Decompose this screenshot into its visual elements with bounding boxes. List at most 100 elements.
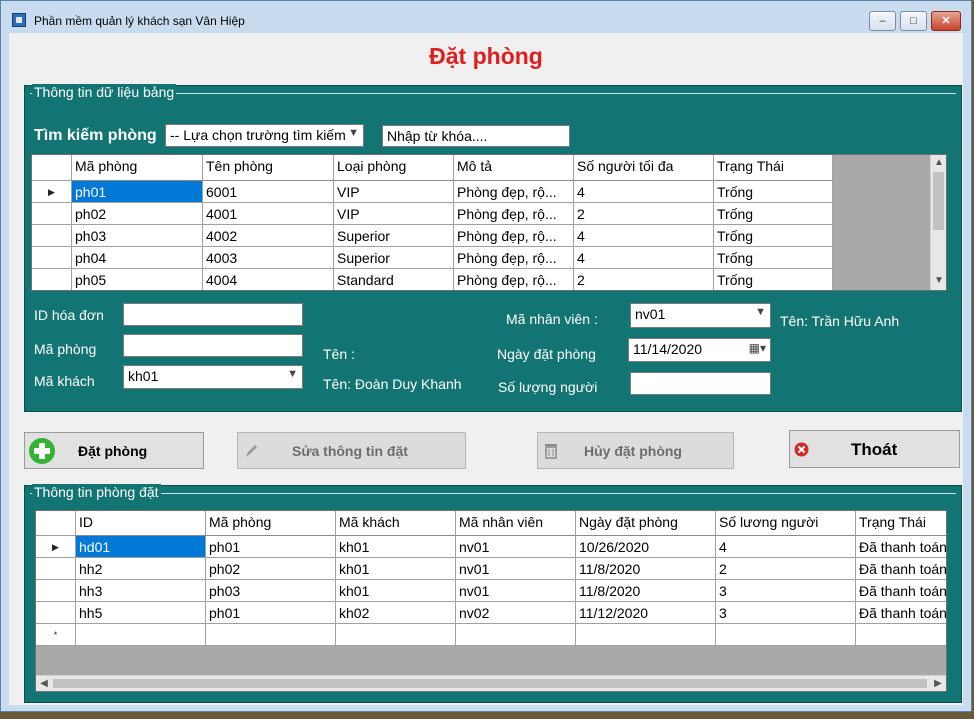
row-header[interactable] [32, 203, 72, 225]
column-header[interactable]: Trạng Thái [714, 155, 833, 181]
grid-cell[interactable]: 4 [574, 181, 714, 203]
scroll-left-icon[interactable]: ◀ [36, 676, 52, 691]
grid-cell[interactable]: Trống [714, 181, 833, 203]
grid-cell[interactable]: ph01 [72, 181, 203, 203]
grid-cell[interactable]: 4002 [203, 225, 334, 247]
row-header[interactable] [32, 247, 72, 269]
scroll-right-icon[interactable]: ▶ [930, 676, 946, 691]
room-id-input[interactable] [123, 334, 303, 357]
grid-cell[interactable]: ph04 [72, 247, 203, 269]
new-row-header[interactable]: * [36, 624, 76, 646]
grid-cell[interactable]: hh5 [76, 602, 206, 624]
keyword-input[interactable]: Nhập từ khóa.... [382, 125, 570, 147]
scroll-up-icon[interactable]: ▲ [931, 155, 946, 171]
maximize-button[interactable]: □ [900, 11, 927, 31]
column-header[interactable]: Mã khách [336, 511, 456, 536]
grid-cell[interactable]: Phòng đẹp, rộ... [454, 269, 574, 290]
grid-cell[interactable]: nv02 [456, 602, 576, 624]
grid-cell[interactable]: 11/8/2020 [576, 558, 716, 580]
grid-cell[interactable]: VIP [334, 203, 454, 225]
grid-cell[interactable]: 11/8/2020 [576, 580, 716, 602]
invoice-id-input[interactable] [123, 303, 303, 326]
book-room-button[interactable]: Đặt phòng [24, 432, 204, 469]
bookings-horizontal-scrollbar[interactable]: ◀ ▶ [36, 675, 946, 691]
grid-cell[interactable]: Superior [334, 247, 454, 269]
column-header[interactable]: Mã nhân viên [456, 511, 576, 536]
grid-cell-new-row[interactable] [576, 624, 716, 646]
grid-cell-new-row[interactable] [76, 624, 206, 646]
grid-cell[interactable]: 4 [574, 247, 714, 269]
title-bar[interactable]: Phần mềm quản lý khách sạn Vân Hiệp – □ … [1, 1, 971, 33]
grid-cell-new-row[interactable] [456, 624, 576, 646]
column-header[interactable]: Loại phòng [334, 155, 454, 181]
column-header[interactable]: Mã phòng [72, 155, 203, 181]
scroll-thumb[interactable] [53, 679, 927, 688]
search-field-dropdown[interactable]: -- Lựa chọn trường tìm kiếm ▼ [165, 124, 364, 147]
grid-cell[interactable]: kh01 [336, 536, 456, 558]
grid-cell[interactable]: 6001 [203, 181, 334, 203]
exit-button[interactable]: Thoát [789, 430, 960, 468]
scroll-down-icon[interactable]: ▼ [931, 273, 946, 289]
grid-cell[interactable]: hd01 [76, 536, 206, 558]
grid-cell[interactable]: Trống [714, 247, 833, 269]
grid-cell[interactable]: ph03 [72, 225, 203, 247]
grid-cell[interactable]: Trống [714, 269, 833, 290]
row-header[interactable] [32, 269, 72, 290]
grid-cell[interactable]: Đã thanh toán [856, 580, 946, 602]
grid-cell[interactable]: 3 [716, 580, 856, 602]
grid-cell-new-row[interactable] [336, 624, 456, 646]
calendar-icon[interactable]: ▦▾ [749, 341, 766, 355]
row-header[interactable] [36, 558, 76, 580]
edit-booking-button[interactable]: Sửa thông tin đặt [237, 432, 466, 469]
close-window-button[interactable]: ✕ [931, 11, 961, 31]
column-header[interactable]: Mã phòng [206, 511, 336, 536]
column-header[interactable]: Trạng Thái [856, 511, 946, 536]
row-header[interactable] [36, 602, 76, 624]
rooms-grid[interactable]: Mã phòng Tên phòng Loại phòng Mô tả Số người… [31, 154, 947, 291]
row-header[interactable]: ▶ [32, 181, 72, 203]
rooms-vertical-scrollbar[interactable]: ▲ ▼ [930, 155, 946, 290]
grid-cell[interactable]: Đã thanh toán [856, 602, 946, 624]
grid-cell[interactable]: hh3 [76, 580, 206, 602]
row-header[interactable]: ▶ [36, 536, 76, 558]
grid-cell[interactable]: nv01 [456, 558, 576, 580]
minimize-button[interactable]: – [869, 11, 896, 31]
grid-cell[interactable]: Phòng đẹp, rộ... [454, 203, 574, 225]
row-header[interactable] [32, 225, 72, 247]
grid-cell[interactable]: Standard [334, 269, 454, 290]
grid-cell[interactable]: VIP [334, 181, 454, 203]
booking-date-picker[interactable]: 11/14/2020 ▦▾ [628, 338, 771, 362]
grid-cell[interactable]: nv01 [456, 536, 576, 558]
grid-cell[interactable]: 4001 [203, 203, 334, 225]
grid-cell[interactable]: ph05 [72, 269, 203, 290]
grid-cell[interactable]: 2 [716, 558, 856, 580]
grid-cell[interactable]: ph02 [206, 558, 336, 580]
row-header[interactable] [36, 580, 76, 602]
grid-cell[interactable]: 11/12/2020 [576, 602, 716, 624]
grid-cell[interactable]: ph01 [206, 602, 336, 624]
column-header[interactable]: Ngày đặt phòng [576, 511, 716, 536]
grid-cell[interactable]: ph03 [206, 580, 336, 602]
grid-cell[interactable]: Trống [714, 225, 833, 247]
grid-cell[interactable]: Phòng đẹp, rộ... [454, 225, 574, 247]
cancel-booking-button[interactable]: Hủy đặt phòng [537, 432, 734, 469]
bookings-grid[interactable]: ID Mã phòng Mã khách Mã nhân viên Ngày đặt p… [35, 510, 947, 692]
grid-cell[interactable]: 2 [574, 269, 714, 290]
grid-cell[interactable]: nv01 [456, 580, 576, 602]
grid-cell[interactable]: hh2 [76, 558, 206, 580]
guest-count-input[interactable] [630, 372, 771, 395]
grid-cell[interactable]: 4 [716, 536, 856, 558]
grid-cell[interactable]: Trống [714, 203, 833, 225]
grid-cell[interactable]: 2 [574, 203, 714, 225]
grid-cell[interactable]: 4003 [203, 247, 334, 269]
grid-cell[interactable]: ph02 [72, 203, 203, 225]
grid-cell-new-row[interactable] [716, 624, 856, 646]
staff-id-dropdown[interactable]: nv01 ▼ [630, 303, 771, 328]
grid-cell[interactable]: 10/26/2020 [576, 536, 716, 558]
grid-cell[interactable]: Phòng đẹp, rộ... [454, 181, 574, 203]
grid-cell[interactable]: Đã thanh toán [856, 558, 946, 580]
grid-cell[interactable]: 4 [574, 225, 714, 247]
column-header[interactable]: Số lương người [716, 511, 856, 536]
grid-cell[interactable]: kh01 [336, 558, 456, 580]
grid-cell[interactable]: Đã thanh toán [856, 536, 946, 558]
